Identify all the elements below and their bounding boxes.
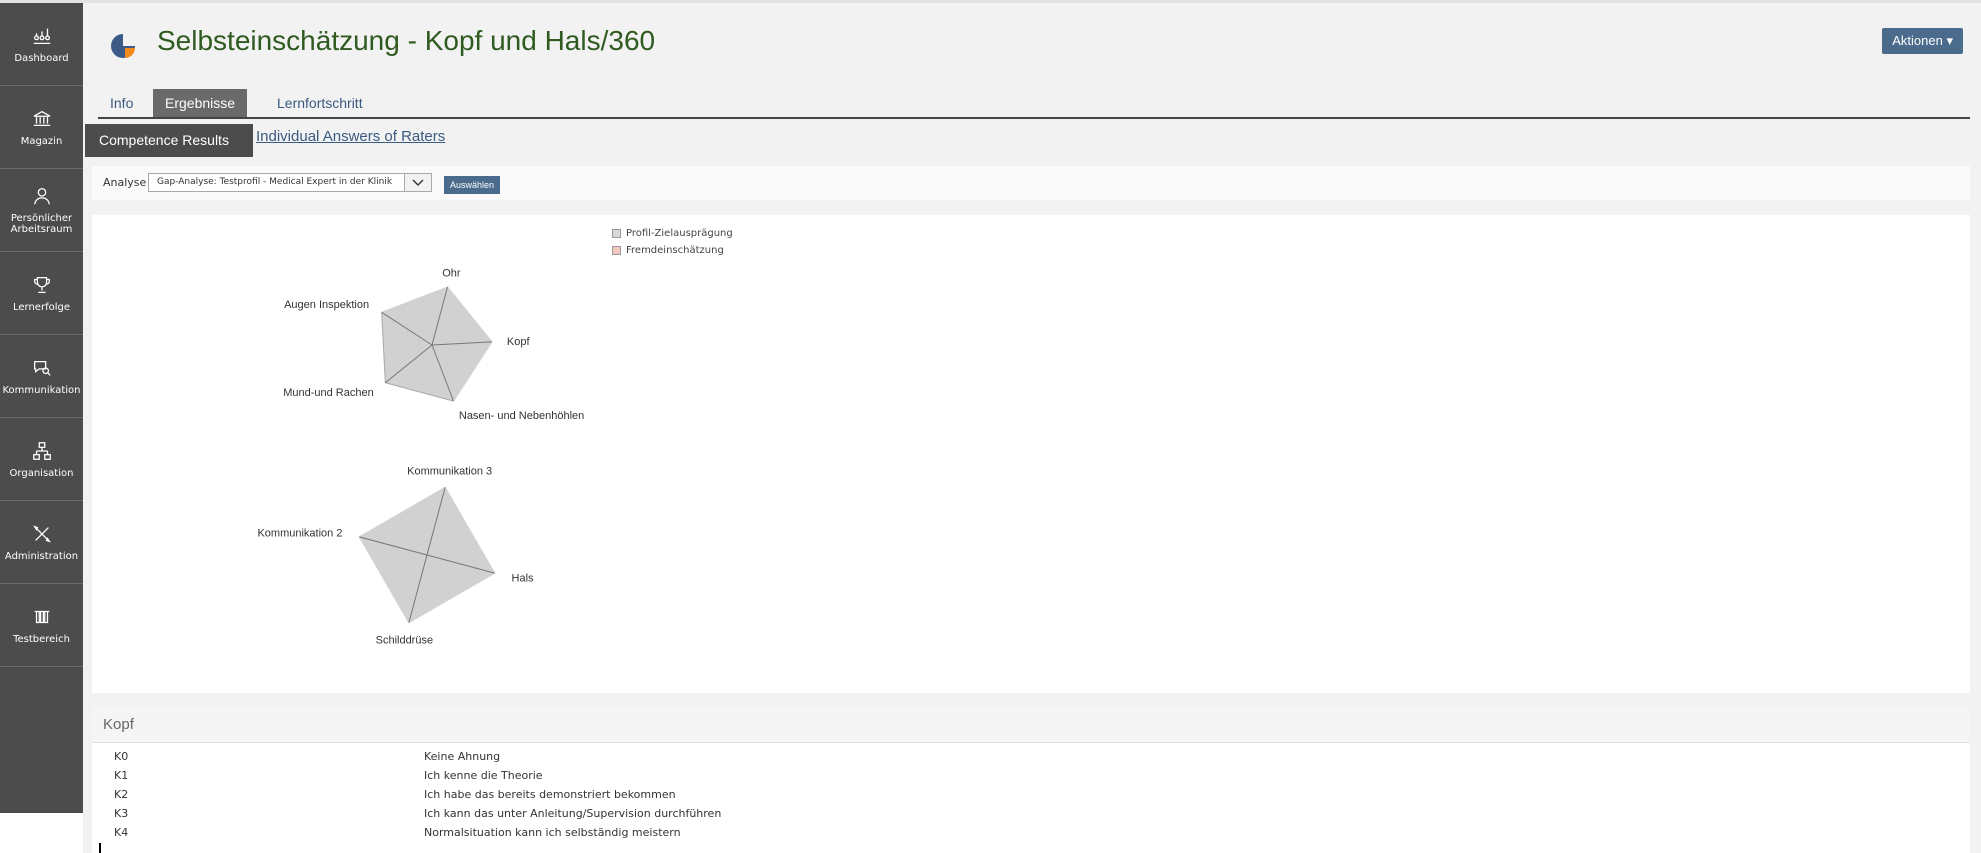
sidebar-item-label: Persönlicher Arbeitsraum [10,213,73,235]
sidebar-item-label: Kommunikation [2,384,81,396]
trophy-icon [33,276,50,293]
sidebar-item-label: Dashboard [14,52,69,64]
legend-label: Profil-Zielausprägung [626,228,733,239]
kopf-scale-panel: Kopf K0 Keine Ahnung K1 Ich kenne die Th… [92,708,1970,853]
table-row: K2 Ich habe das bereits demonstriert bek… [92,788,1970,807]
user-icon [33,188,50,205]
tab-ergebnisse[interactable]: Ergebnisse [153,89,248,117]
chart-panel: Ohr Kopf Nasen- und Nebenhöhlen Mund-und Ra… [92,215,1970,693]
scale-code: K3 [114,807,129,820]
sidebar-item-testbereich[interactable]: Testbereich [0,584,83,667]
tools-icon [32,524,51,543]
legend-item[interactable]: Fremdeinschätzung [612,242,733,259]
table-row: K4 Normalsituation kann ich selbständig … [92,826,1970,845]
text-cursor [99,843,101,853]
scale-description: Ich kann das unter Anleitung/Supervision… [424,807,722,820]
tab-bar: Info Ergebnisse Lernfortschritt [98,89,1970,119]
sidebar-item-label: Magazin [20,135,63,147]
scale-code: K0 [114,750,129,763]
scale-code: K2 [114,788,129,801]
survey-object-icon [111,34,135,58]
subtab-competence-results[interactable]: Competence Results [85,124,253,157]
actions-label: Aktionen [1892,33,1943,48]
scale-description: Ich habe das bereits demonstriert bekomm… [424,788,676,801]
chevron-down-icon [404,174,431,191]
flask-icon [34,610,49,623]
radar-category-label: Schilddrüse [376,635,433,647]
main-sidebar: Dashboard Magazin Persönlicher Arbeitsra… [0,3,83,813]
org-chart-icon [32,441,51,460]
sidebar-item-magazin[interactable]: Magazin [0,86,83,169]
table-row: K3 Ich kann das unter Anleitung/Supervis… [92,807,1970,826]
radar-category-label: Hals [512,573,535,585]
sidebar-item-administration[interactable]: Administration [0,501,83,584]
sidebar-item-organisation[interactable]: Organisation [0,418,83,501]
analysis-label: Analyse [103,176,147,189]
scale-description: Keine Ahnung [424,750,501,763]
radar-category-label: Kommunikation 3 [407,465,492,477]
radar-series-profil [381,286,493,402]
sidebar-item-kommunikation[interactable]: Kommunikation [0,335,83,418]
sidebar-item-dashboard[interactable]: Dashboard [0,3,83,86]
tab-info[interactable]: Info [98,89,145,117]
radar-category-label: Mund-und Rachen [283,387,374,399]
radar-category-label: Kopf [507,336,531,348]
table-row: K0 Keine Ahnung [92,750,1970,769]
scale-code: K4 [114,826,129,839]
radar-category-label: Kommunikation 2 [257,527,342,539]
tab-lernfortschritt[interactable]: Lernfortschritt [265,89,375,117]
radar-category-label: Ohr [442,268,461,280]
table-row: K1 Ich kenne die Theorie [92,769,1970,788]
subtab-individual-answers-link[interactable]: Individual Answers of Raters [256,128,445,145]
chat-icon [33,360,51,376]
main-content: Selbsteinschätzung - Kopf und Hals/360 A… [83,3,1981,853]
legend-swatch-fremd [612,246,621,255]
sidebar-bottom-space [0,813,83,853]
sidebar-item-label: Testbereich [13,633,70,645]
sidebar-item-label: Administration [4,550,79,562]
scale-description: Ich kenne die Theorie [424,769,543,782]
caret-down-icon: ▾ [1946,33,1953,48]
analysis-select[interactable]: Gap-Analyse: Testprofil - Medical Expert… [148,173,432,192]
radar-category-label: Augen Inspektion [284,299,369,311]
scale-code: K1 [114,769,129,782]
page-title: Selbsteinschätzung - Kopf und Hals/360 [157,25,656,56]
radar-category-label: Nasen- und Nebenhöhlen [459,410,584,422]
chart-legend: Profil-Zielausprägung Fremdeinschätzung [612,225,733,259]
select-analysis-button[interactable]: Auswählen [444,176,501,194]
sidebar-item-label: Organisation [9,467,74,479]
legend-label: Fremdeinschätzung [626,245,724,256]
sidebar-item-lernerfolge[interactable]: Lernerfolge [0,252,83,335]
sidebar-item-arbeitsraum[interactable]: Persönlicher Arbeitsraum [0,169,83,252]
bank-icon [32,110,51,126]
analysis-selected-value: Gap-Analyse: Testprofil - Medical Expert… [157,177,393,187]
actions-dropdown-button[interactable]: Aktionen ▾ [1882,28,1963,54]
dashboard-icon [33,28,50,44]
scale-description: Normalsituation kann ich selbständig mei… [424,826,681,839]
sidebar-item-label: Lernerfolge [12,301,70,313]
legend-item[interactable]: Profil-Zielausprägung [612,225,733,242]
analysis-toolbar: Analyse Gap-Analyse: Testprofil - Medica… [92,166,1970,200]
radar-charts: Ohr Kopf Nasen- und Nebenhöhlen Mund-und Ra… [257,268,584,647]
kopf-header: Kopf [92,708,1970,743]
legend-swatch-profile [612,229,621,238]
